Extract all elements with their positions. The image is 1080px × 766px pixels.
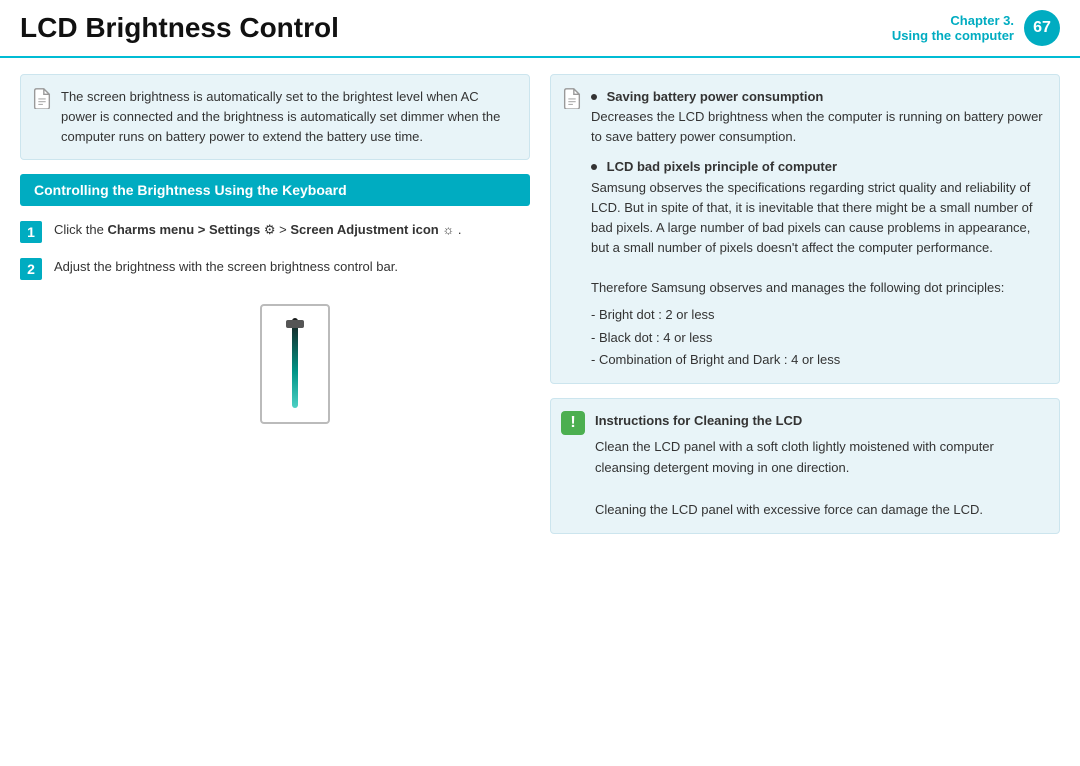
chapter-label: Chapter 3. Using the computer [892,13,1014,43]
step1-suffix: . [454,222,461,237]
step1-bold1: Charms menu > Settings [107,222,260,237]
bullet2-text: Samsung observes the specifications rega… [591,180,1033,255]
slider-illustration [60,304,530,424]
step1-prefix: Click the [54,222,107,237]
right-column: Saving battery power consumption Decreas… [550,74,1060,746]
main-content: The screen brightness is automatically s… [0,58,1080,762]
warning-box: ! Instructions for Cleaning the LCD Clea… [550,398,1060,534]
sub-list-item-1: - Bright dot : 2 or less [591,304,1045,326]
brightness-slider-image [260,304,330,424]
right-note-box: Saving battery power consumption Decreas… [550,74,1060,384]
bullet-dot-2 [591,164,597,170]
warning-text1: Clean the LCD panel with a soft cloth li… [595,437,1045,479]
step1-bold2: Screen Adjustment icon [290,222,438,237]
warning-text2: Cleaning the LCD panel with excessive fo… [595,500,1045,521]
note-icon [31,87,53,109]
warning-title: Instructions for Cleaning the LCD [595,411,1045,432]
step-1-number: 1 [20,221,42,243]
step1-mid: > [276,222,291,237]
left-note-box: The screen brightness is automatically s… [20,74,530,160]
header-right: Chapter 3. Using the computer 67 [892,10,1060,46]
bullet1-text: Decreases the LCD brightness when the co… [591,109,1043,144]
step-2-content: Adjust the brightness with the screen br… [54,257,398,278]
left-column: The screen brightness is automatically s… [20,74,530,746]
right-note-icon [561,87,583,109]
sub-list-item-3: - Combination of Bright and Dark : 4 or … [591,349,1045,371]
page-title: LCD Brightness Control [20,12,339,44]
bullet-item-2: LCD bad pixels principle of computer Sam… [591,157,1045,370]
left-note-text: The screen brightness is automatically s… [61,89,500,144]
step1-gear-icon: ⚙ [260,222,275,237]
page-header: LCD Brightness Control Chapter 3. Using … [0,0,1080,58]
sub-list-item-2: - Black dot : 4 or less [591,327,1045,349]
step2-text: Adjust the brightness with the screen br… [54,259,398,274]
bullet2-title: LCD bad pixels principle of computer [607,159,837,174]
slider-track [292,318,298,408]
slider-thumb [286,320,304,328]
step-2: 2 Adjust the brightness with the screen … [20,257,530,280]
warning-icon: ! [561,411,585,435]
step1-sun-icon: ☼ [439,222,455,237]
bullet2-sub: Therefore Samsung observes and manages t… [591,280,1004,295]
step-1: 1 Click the Charms menu > Settings ⚙ > S… [20,220,530,243]
bullet-dot-1 [591,94,597,100]
sub-list: - Bright dot : 2 or less - Black dot : 4… [591,304,1045,370]
bullet-item-1: Saving battery power consumption Decreas… [591,87,1045,147]
section-header-bar: Controlling the Brightness Using the Key… [20,174,530,206]
bullet1-title: Saving battery power consumption [607,89,824,104]
page-number-badge: 67 [1024,10,1060,46]
step-1-content: Click the Charms menu > Settings ⚙ > Scr… [54,220,461,241]
step-2-number: 2 [20,258,42,280]
